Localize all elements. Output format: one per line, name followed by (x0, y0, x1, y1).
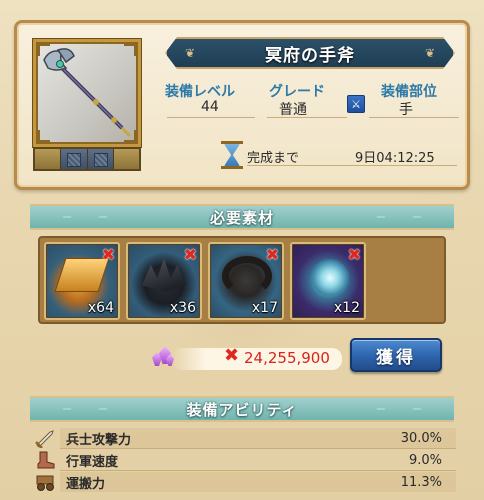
grade-label: グレード (269, 84, 325, 100)
completion-label: 完成まで (247, 151, 300, 166)
missing-x-icon: ✖ (347, 245, 361, 264)
divider (369, 117, 459, 118)
material-slot-spirit-orb[interactable]: ✖ x12 (290, 242, 366, 320)
missing-x-icon: ✖ (183, 245, 197, 264)
material-slot-horseshoe-horn[interactable]: ✖ x17 (208, 242, 284, 320)
sword-icon (32, 427, 58, 449)
item-name: 冥府の手斧 (265, 45, 355, 66)
feather-icon (142, 258, 186, 292)
materials-panel: ✖ x64 ✖ x36 ✖ x17 ✖ x12 (38, 236, 446, 324)
ornament-icon (354, 209, 444, 225)
materials-title: 必要素材 (209, 208, 274, 227)
material-slot-gold-ingots[interactable]: ✖ x64 (44, 242, 120, 320)
completion-timer: 9日04:12:25 (355, 151, 435, 166)
level-value: 44 (201, 99, 219, 115)
ornament-icon (40, 209, 130, 225)
ornament-icon (40, 401, 130, 417)
level-label: 装備レベル (165, 84, 235, 100)
ability-name: 運搬力 (66, 476, 106, 492)
horn-icon (222, 256, 272, 296)
axe-icon (43, 48, 132, 138)
material-quantity: x64 (87, 300, 114, 316)
divider (167, 117, 255, 118)
cart-icon (32, 471, 58, 493)
slot-label: 装備部位 (381, 84, 437, 100)
materials-header: 必要素材 (30, 204, 454, 230)
divider (60, 470, 456, 471)
divider (60, 448, 456, 449)
ability-value: 11.3% (400, 474, 442, 490)
gem-slot (113, 149, 139, 169)
ability-row: 兵士攻撃力 30.0% (30, 428, 456, 448)
insufficient-x-icon: ✖ (224, 345, 240, 366)
slot-value: 手 (399, 102, 413, 118)
ability-value: 9.0% (408, 452, 442, 468)
crystal-icon (150, 346, 174, 368)
abilities-title: 装備アビリティ (186, 400, 298, 419)
ornament-icon: ❦ (424, 46, 435, 60)
ability-name: 兵士攻撃力 (66, 432, 132, 448)
row-stripe (60, 472, 456, 492)
gem-slot (87, 149, 114, 169)
weapon-slot-icon: ⚔ (347, 95, 365, 113)
abilities-header: 装備アビリティ (30, 396, 454, 422)
grade-value: 普通 (279, 102, 307, 118)
equipment-card: ❦ 冥府の手斧 ❦ 装備レベル 44 グレード 普通 装備部位 ⚔ 手 完成まで… (14, 20, 470, 190)
divider (267, 117, 347, 118)
item-name-banner: ❦ 冥府の手斧 ❦ (165, 37, 455, 69)
acquire-button[interactable]: 獲得 (350, 338, 442, 372)
ability-name: 行軍速度 (66, 454, 119, 470)
missing-x-icon: ✖ (101, 245, 115, 264)
boot-icon (32, 449, 58, 471)
cost-value: 24,255,900 (244, 349, 330, 367)
ornament-icon: ❦ (185, 46, 196, 60)
missing-x-icon: ✖ (265, 245, 279, 264)
material-quantity: x12 (333, 300, 360, 316)
gem-slot-bar (33, 147, 141, 171)
divider (247, 165, 457, 166)
ability-value: 30.0% (400, 430, 442, 446)
material-slot-black-feathers[interactable]: ✖ x36 (126, 242, 202, 320)
ornament-icon (354, 401, 444, 417)
ability-row: 運搬力 11.3% (30, 472, 456, 492)
orb-icon (310, 258, 350, 298)
item-portrait[interactable] (33, 39, 141, 147)
gem-slot (35, 149, 62, 169)
material-quantity: x36 (169, 300, 196, 316)
gem-slot (61, 149, 88, 169)
ability-row: 行軍速度 9.0% (30, 450, 456, 470)
material-quantity: x17 (251, 300, 278, 316)
